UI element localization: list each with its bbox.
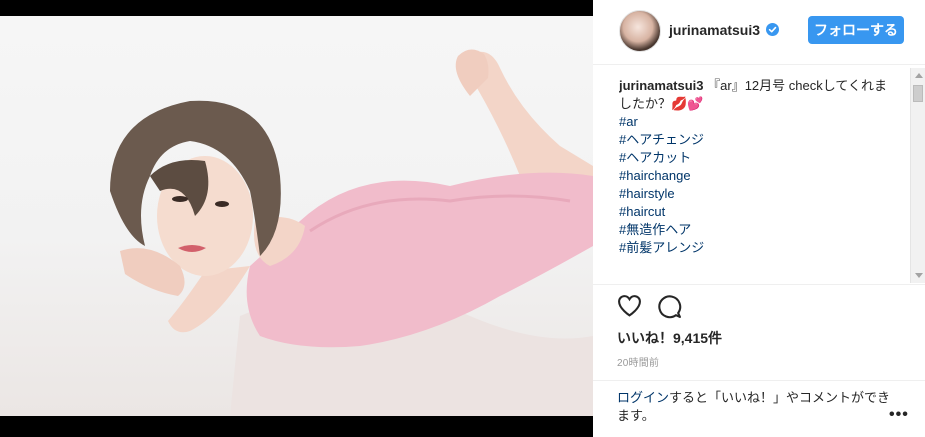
hashtag-link[interactable]: #無造作ヘア xyxy=(619,221,895,239)
hashtag-link[interactable]: #ar xyxy=(619,113,895,131)
hashtag-link[interactable]: #ヘアカット xyxy=(619,149,895,167)
hashtag-link[interactable]: #haircut xyxy=(619,203,895,221)
post-timestamp[interactable]: 20時間前 xyxy=(617,354,659,369)
hashtag-link[interactable]: #hairstyle xyxy=(619,185,895,203)
avatar[interactable] xyxy=(619,10,661,52)
hashtag-link[interactable]: #ヘアチェンジ xyxy=(619,131,895,149)
post-sidebar: jurinamatsui3 フォローする jurinamatsui3 『ar』1… xyxy=(593,0,925,437)
like-count: いいね！9,415件 xyxy=(617,330,723,346)
caption-username[interactable]: jurinamatsui3 xyxy=(619,78,704,93)
photo-illustration xyxy=(110,49,593,416)
divider xyxy=(593,284,925,285)
hashtag-link[interactable]: #前髪アレンジ xyxy=(619,239,895,257)
hashtag-link[interactable]: #hairchange xyxy=(619,167,895,185)
username-link[interactable]: jurinamatsui3 xyxy=(669,22,760,38)
scroll-up-arrow-icon[interactable] xyxy=(911,68,925,83)
heart-icon[interactable] xyxy=(617,294,642,317)
login-prompt: ログインすると「いいね！」やコメントができます。 xyxy=(617,389,892,425)
post-photo[interactable] xyxy=(0,16,593,416)
comment-icon[interactable] xyxy=(657,294,682,319)
follow-button[interactable]: フォローする xyxy=(808,16,904,44)
caption: jurinamatsui3 『ar』12月号 checkしてくれましたか？💋💕 … xyxy=(619,77,895,282)
more-options-button[interactable]: ••• xyxy=(889,406,909,424)
divider xyxy=(593,380,925,381)
post-header: jurinamatsui3 フォローする xyxy=(593,0,925,65)
post-media xyxy=(0,0,593,437)
caption-scrollbar[interactable] xyxy=(910,68,925,283)
login-link[interactable]: ログイン xyxy=(617,390,669,405)
verified-badge-icon xyxy=(766,23,779,36)
scroll-down-arrow-icon[interactable] xyxy=(911,268,925,283)
hashtag-list: #ar #ヘアチェンジ #ヘアカット #hairchange #hairstyl… xyxy=(619,113,895,257)
scroll-thumb[interactable] xyxy=(913,85,923,102)
